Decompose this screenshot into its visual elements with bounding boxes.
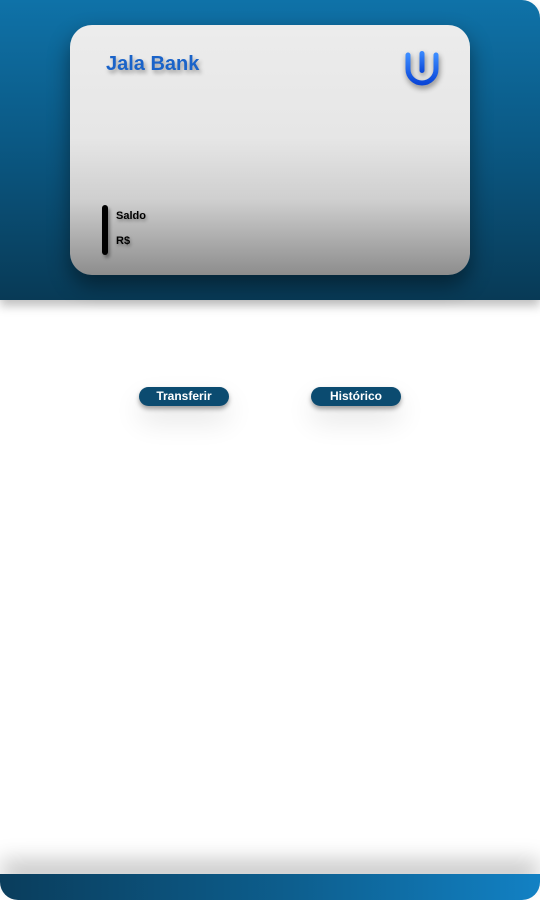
bank-logo-icon — [405, 51, 439, 86]
history-button[interactable]: Histórico — [311, 387, 401, 406]
balance-indicator-bar — [102, 205, 108, 255]
transfer-button[interactable]: Transferir — [139, 387, 229, 406]
bank-name: Jala Bank — [106, 53, 200, 75]
balance-currency: R$ — [116, 235, 131, 247]
balance-label: Saldo — [116, 210, 146, 222]
footer-band — [0, 874, 540, 900]
bank-card: Jala Bank Saldo R$ — [70, 25, 470, 275]
